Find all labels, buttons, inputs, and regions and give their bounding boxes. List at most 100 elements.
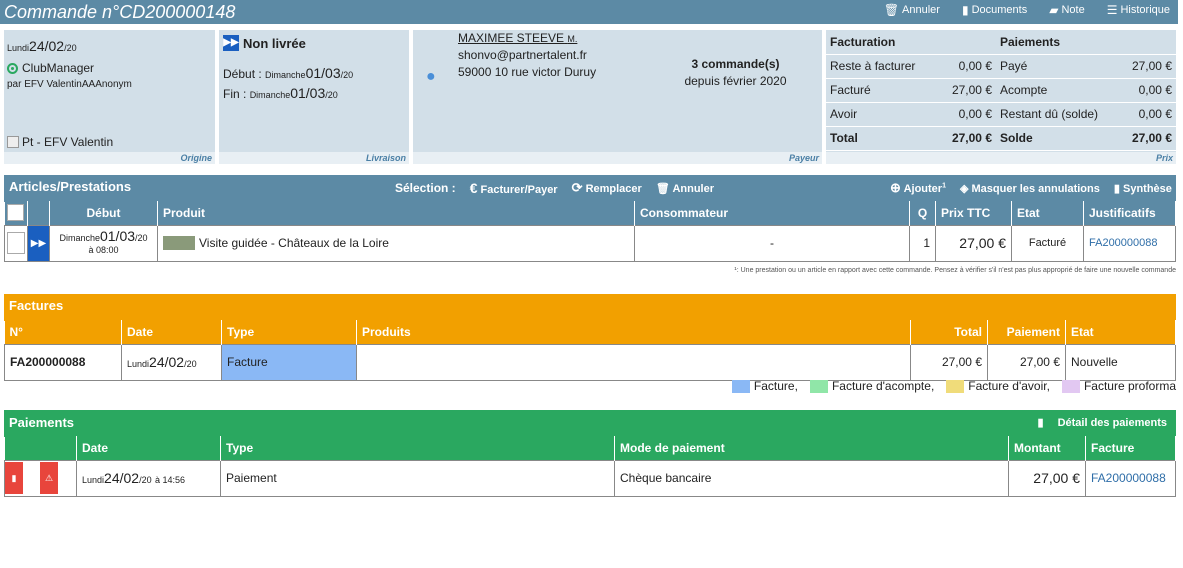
payment-facture-link[interactable]: FA200000088 [1085,459,1176,497]
col-date[interactable]: Date [76,436,221,460]
payment-document-icon[interactable]: ▮ [5,462,23,494]
payeur-email: shonvo@partnertalent.fr [458,48,587,62]
prix-summary-table: Facturation Paiements Reste à facturer 0,… [826,30,1176,151]
payeur-address: 59000 10 rue victor Duruy [458,65,597,79]
masquer-annulations-button[interactable]: ◈ Masquer les annulations [960,182,1100,195]
payeur-name[interactable]: MAXIMEE STEEVE M. [458,31,577,45]
payment-date: Lundi24/02/20 à 14:56 [76,459,221,497]
invoice-number: FA200000088 [4,343,122,381]
col-type[interactable]: Type [220,436,615,460]
row-checkbox[interactable] [7,232,25,254]
livraison-status: ▶▶ Non livrée [223,35,306,51]
factures-table: N° Date Type Produits Total Paiement Eta… [4,320,1176,381]
col-justificatifs[interactable]: Justificatifs [1083,201,1176,225]
remplacer-button[interactable]: ⟳ Remplacer [572,180,642,196]
historique-button[interactable]: ☰ Historique [1107,4,1170,16]
col-debut[interactable]: Début [49,201,158,225]
table-row[interactable]: FA200000088 Lundi24/02/20 Facture 27,00 … [4,343,1176,381]
club-origin: ClubManager [7,61,94,75]
payeur-orders: 3 commande(s) [691,57,780,71]
col-etat[interactable]: Etat [1011,201,1084,225]
annuler-selection-button[interactable]: 🗑 Annuler [656,182,714,195]
select-all-cell [4,201,28,225]
col-prix[interactable]: Prix TTC [935,201,1012,225]
articles-title: Articles/Prestations [9,179,132,194]
row-produit: Visite guidée - Châteaux de la Loire [157,224,635,262]
col-mode[interactable]: Mode de paiement [614,436,1009,460]
factures-title: Factures [9,298,64,313]
row-consommateur: - [634,224,910,262]
row-etat: Facturé [1011,224,1084,262]
invoice-total: 27,00 € [910,343,988,381]
paiements-table: Date Type Mode de paiement Montant Factu… [4,436,1176,497]
col-produit[interactable]: Produit [157,201,635,225]
livraison-tag: Livraison [365,153,406,163]
row-prix: 27,00 € [935,224,1012,262]
livraison-fin: Fin : Dimanche01/03/20 [223,85,338,101]
col-montant[interactable]: Montant [1008,436,1086,460]
col-date[interactable]: Date [121,320,222,344]
articles-table: Début Produit Consommateur Q Prix TTC Et… [4,201,1176,262]
col-total[interactable]: Total [910,320,988,344]
annuler-button[interactable]: 🗑 Annuler [884,4,940,16]
col-num[interactable]: N° [4,320,122,344]
payment-mode: Chèque bancaire [614,459,1009,497]
row-q: 1 [909,224,936,262]
detail-paiements-button[interactable]: ▮ Détail des paiements [1037,416,1168,430]
comment-icon: ▰ [1049,3,1059,17]
fast-forward-icon: ▶▶ [27,224,50,262]
eye-slash-icon: ◈ [959,182,969,195]
document-icon: ▮ [961,3,969,17]
trash-icon: 🗑 [883,3,900,17]
table-row: ▮ ⚠ Lundi24/02/20 à 14:56 Paiement Chèqu… [4,459,1176,497]
payment-warning-icon[interactable]: ⚠ [40,462,58,494]
articles-footnote: ¹: Une prestation ou un article en rappo… [734,267,1176,274]
select-all-checkbox[interactable] [6,204,24,222]
facturation-header: Facturation [826,30,939,55]
col-produits[interactable]: Produits [356,320,911,344]
invoice-type: Facture [221,343,357,381]
legend-item: Facture proforma [1061,379,1176,394]
invoice-date: Lundi24/02/20 [121,343,222,381]
payeur-panel: ● MAXIMEE STEEVE M. shonvo@partnertalent… [413,30,822,164]
payeur-since: depuis février 2020 [684,74,787,88]
trash-icon: 🗑 [655,182,670,195]
col-facture[interactable]: Facture [1085,436,1176,460]
table-row: ▶▶ Dimanche01/03/20 à 08:00 Visite guidé… [4,224,1176,262]
ajouter-button[interactable]: ⊕ Ajouter1 [890,180,946,196]
payeur-tag: Payeur [788,153,819,163]
legend-item: Facture d'acompte, [809,379,934,394]
payment-type: Paiement [220,459,615,497]
col-q[interactable]: Q [909,201,936,225]
prix-row-total: Total 27,00 € Solde 27,00 € [826,126,1176,151]
row-justificatif-link[interactable]: FA200000088 [1083,224,1176,262]
user-icon: ● [426,68,436,85]
paiements-header-bar [4,410,1176,437]
prix-row: Facturé 27,00 € Acompte 0,00 € [826,78,1176,103]
prix-row: Reste à facturer 0,00 € Payé 27,00 € [826,54,1176,79]
radio-on-icon [7,62,18,74]
refresh-icon: ⟳ [571,180,583,195]
origine-tag: Origine [180,153,212,163]
note-button[interactable]: ▰ Note [1049,4,1084,16]
broken-image-icon [7,136,19,148]
facturer-payer-button[interactable]: € Facturer/Payer [470,180,558,196]
fast-forward-icon: ▶▶ [223,35,239,51]
payment-montant: 27,00 € [1008,459,1086,497]
documents-button[interactable]: ▮ Documents [962,4,1027,16]
selection-label: Sélection : [395,181,456,195]
col-paiement[interactable]: Paiement [987,320,1066,344]
document-icon: ▮ [1113,182,1120,195]
product-thumbnail [163,236,195,251]
col-consommateur[interactable]: Consommateur [634,201,910,225]
synthese-button[interactable]: ▮ Synthèse [1114,182,1172,195]
livraison-debut: Début : Dimanche01/03/20 [223,65,354,81]
invoice-produits [356,343,911,381]
page-title: Commande n°CD200000148 [4,2,236,22]
euro-icon: € [469,180,478,196]
col-etat[interactable]: Etat [1065,320,1176,344]
prix-tag: Prix [1155,153,1173,163]
list-icon: ☰ [1106,3,1118,17]
col-type[interactable]: Type [221,320,357,344]
document-icon: ▮ [1037,417,1044,429]
